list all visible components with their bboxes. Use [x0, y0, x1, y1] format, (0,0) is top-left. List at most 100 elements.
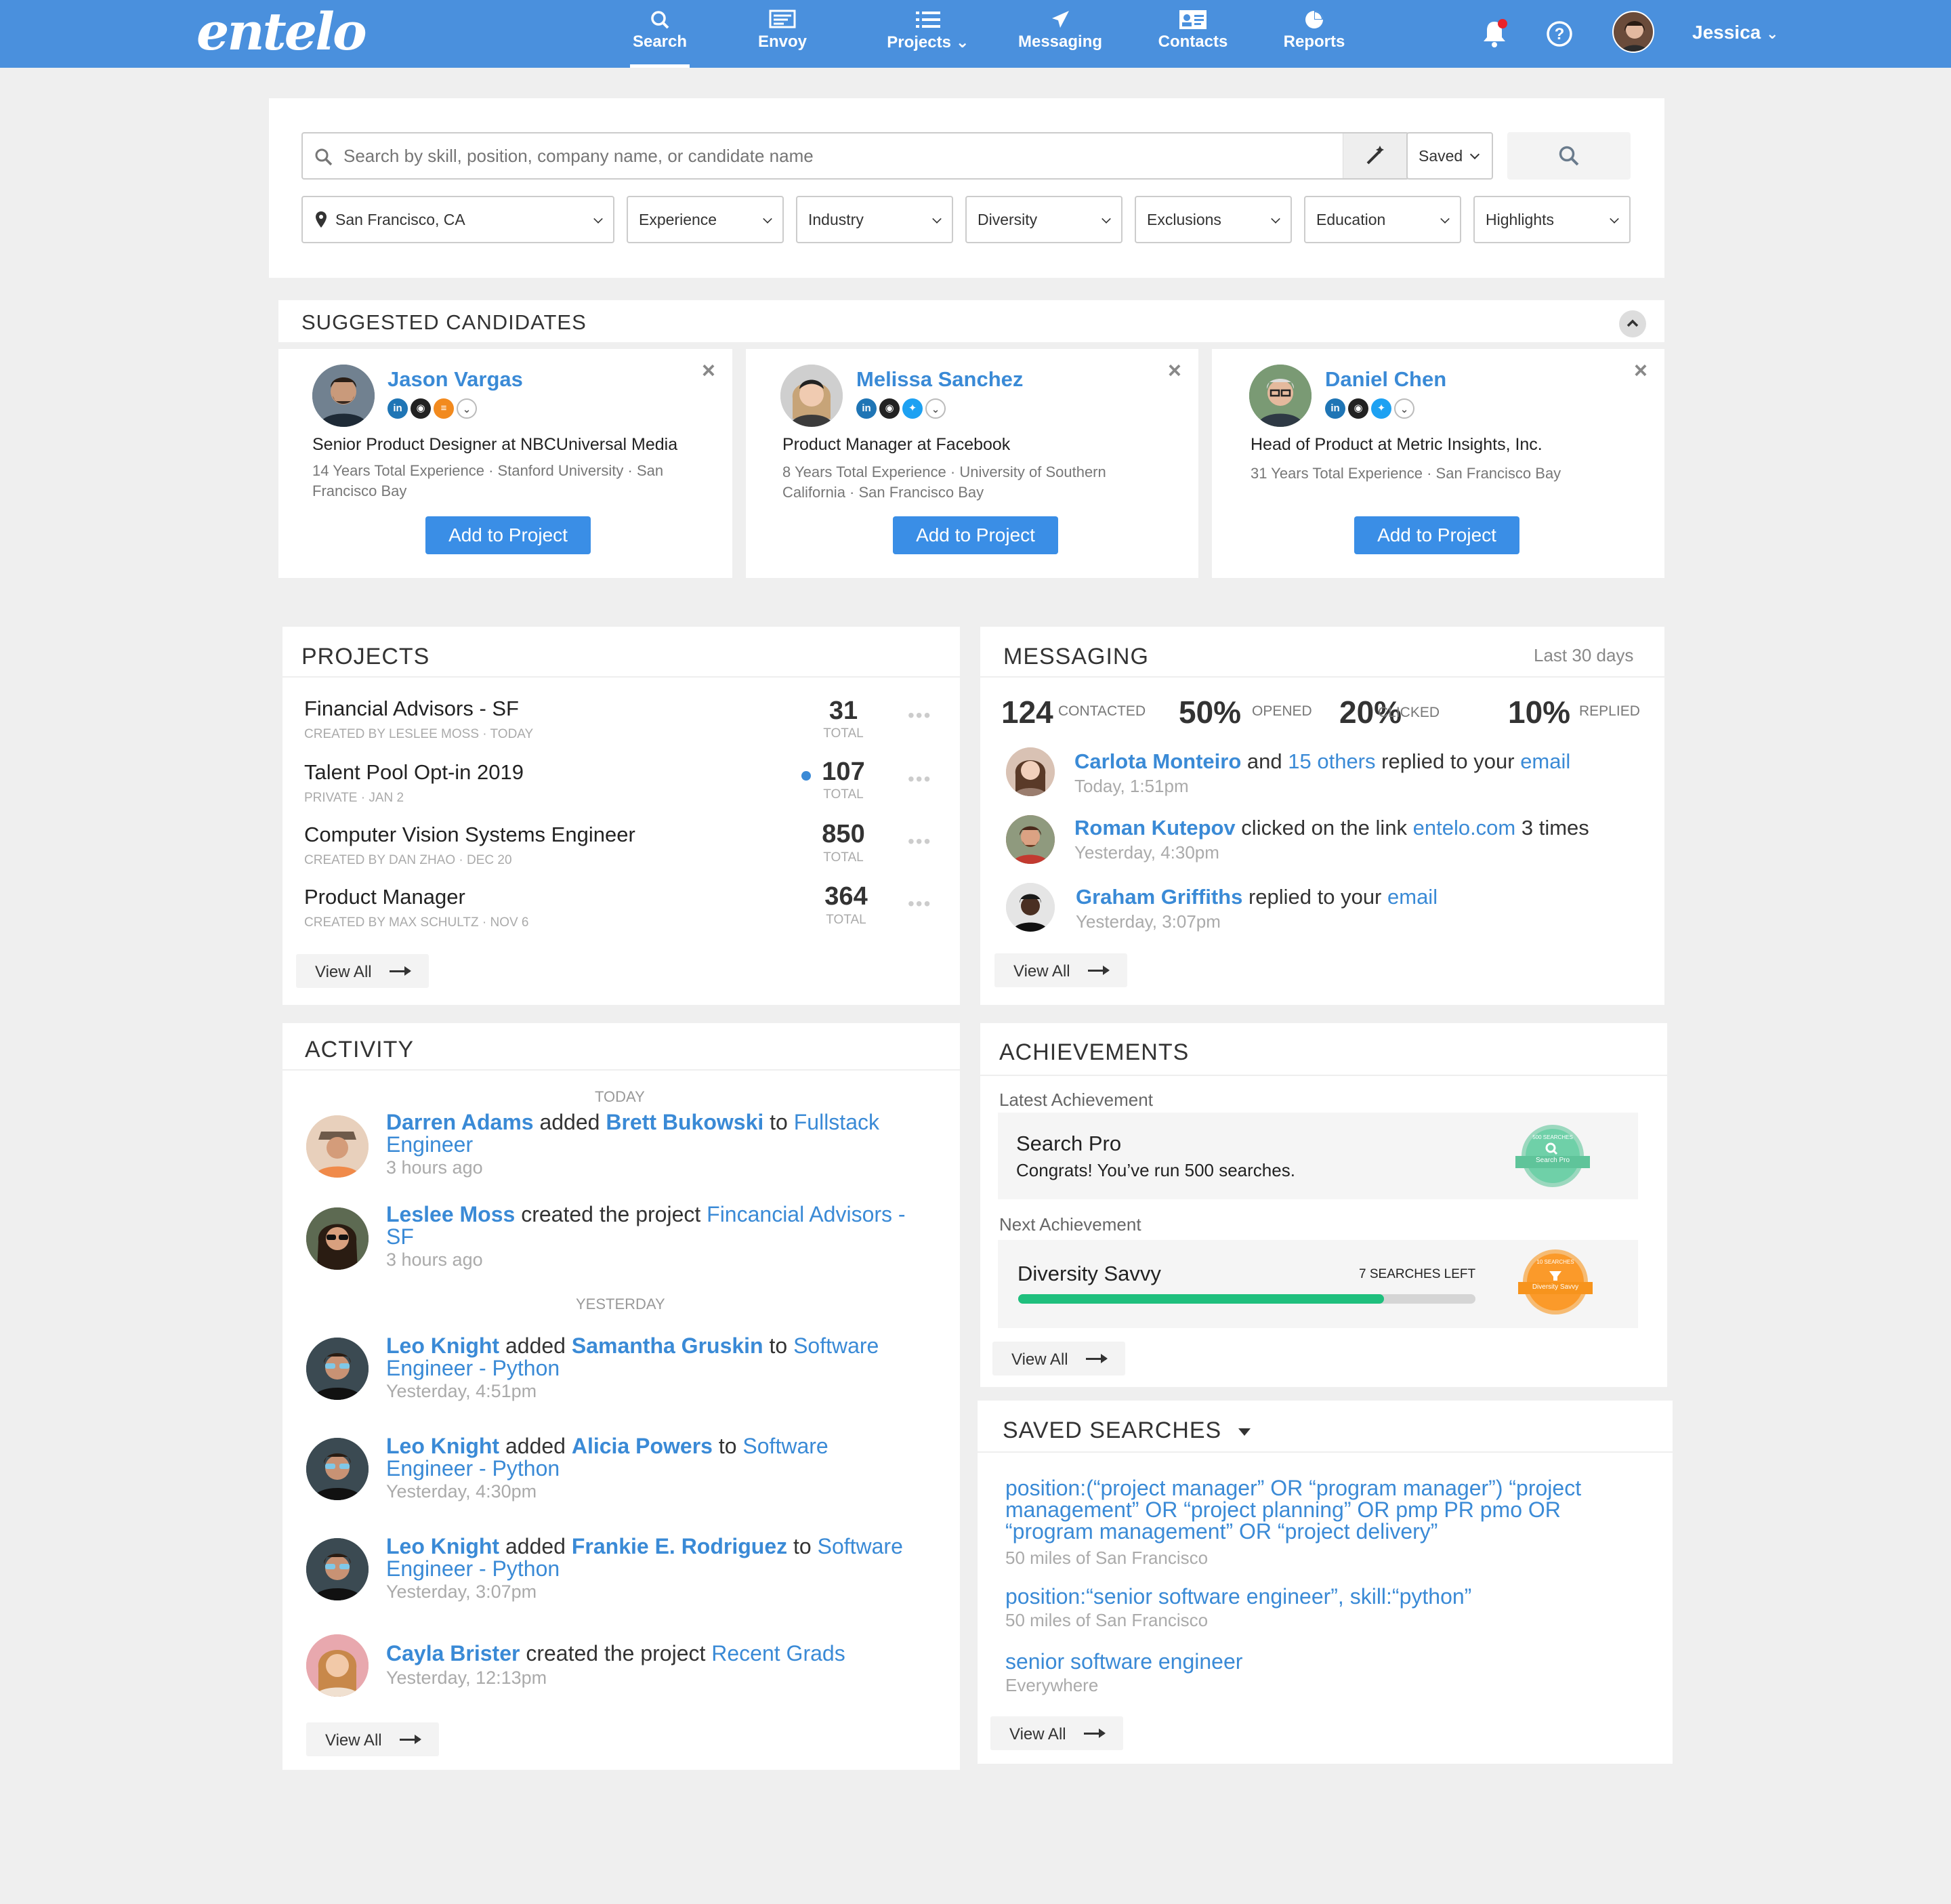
industry-filter[interactable]: Industry [796, 196, 953, 243]
linkedin-icon[interactable]: in [856, 398, 877, 419]
project-link[interactable]: Recent Grads [711, 1641, 845, 1665]
candidate-link[interactable]: Alicia Powers [572, 1434, 713, 1458]
notifications-button[interactable] [1481, 19, 1508, 52]
add-to-project-button[interactable]: Add to Project [893, 516, 1058, 554]
collapse-button[interactable] [1619, 310, 1646, 337]
user-avatar[interactable] [306, 1115, 369, 1178]
twitter-icon[interactable]: ✦ [902, 398, 923, 419]
actor-link[interactable]: Cayla Brister [386, 1641, 520, 1665]
exclusions-filter[interactable]: Exclusions [1135, 196, 1292, 243]
actor-link[interactable]: Leslee Moss [386, 1202, 515, 1226]
project-name[interactable]: Talent Pool Opt-in 2019 [304, 760, 524, 785]
github-icon[interactable]: ◉ [1348, 398, 1368, 419]
achievements-view-all-button[interactable]: View All [992, 1342, 1125, 1375]
github-icon[interactable]: ◉ [879, 398, 900, 419]
contact-avatar[interactable] [1006, 815, 1055, 864]
saved-search-link[interactable]: senior software engineer [1005, 1649, 1649, 1674]
user-menu[interactable]: Jessica ⌄ [1692, 22, 1778, 43]
messaging-view-all-button[interactable]: View All [994, 953, 1127, 987]
user-avatar[interactable] [306, 1438, 369, 1500]
chevron-down-icon[interactable]: ⌄ [925, 398, 946, 419]
contact-avatar[interactable] [1006, 883, 1055, 932]
highlights-filter[interactable]: Highlights [1473, 196, 1631, 243]
user-avatar[interactable] [1612, 11, 1654, 53]
activity-view-all-button[interactable]: View All [306, 1722, 439, 1756]
candidate-name[interactable]: Jason Vargas [387, 367, 523, 392]
more-options-icon[interactable]: ••• [908, 768, 931, 790]
project-link[interactable]: Engineer - Python [386, 1456, 560, 1481]
others-link[interactable]: 15 others [1288, 749, 1375, 773]
actor-link[interactable]: Leo Knight [386, 1333, 499, 1358]
saved-searches-view-all-button[interactable]: View All [990, 1716, 1123, 1750]
dismiss-button[interactable]: × [702, 358, 715, 384]
candidate-avatar[interactable] [780, 365, 843, 427]
contact-name-link[interactable]: Roman Kutepov [1074, 816, 1236, 840]
user-avatar[interactable] [306, 1538, 369, 1600]
nav-reports[interactable]: Reports [1280, 0, 1348, 68]
project-link[interactable]: Fullstack [794, 1110, 879, 1134]
dismiss-button[interactable]: × [1634, 358, 1648, 384]
twitter-icon[interactable]: ✦ [1371, 398, 1391, 419]
nav-contacts[interactable]: Contacts [1155, 0, 1231, 68]
user-avatar[interactable] [306, 1634, 369, 1697]
nav-envoy[interactable]: Envoy [752, 0, 813, 68]
more-options-icon[interactable]: ••• [908, 893, 931, 915]
search-pro-badge[interactable]: Search Pro 500 SEARCHES [1513, 1122, 1593, 1190]
linkedin-icon[interactable]: in [1325, 398, 1345, 419]
search-box[interactable] [301, 132, 1409, 180]
date-range[interactable]: Last 30 days [1534, 645, 1633, 666]
contact-name-link[interactable]: Graham Griffiths [1076, 885, 1242, 909]
nav-projects[interactable]: Projects ⌄ [881, 0, 976, 68]
email-link[interactable]: email [1387, 885, 1438, 909]
website-link[interactable]: entelo.com [1413, 816, 1516, 840]
saved-search-link[interactable]: position:(“project manager” OR “program … [1005, 1477, 1649, 1542]
github-icon[interactable]: ◉ [411, 398, 431, 419]
add-to-project-button[interactable]: Add to Project [1354, 516, 1519, 554]
project-link[interactable]: Engineer - Python [386, 1556, 560, 1581]
saved-searches-title[interactable]: SAVED SEARCHES [1003, 1417, 1251, 1444]
chevron-down-icon[interactable]: ⌄ [457, 398, 477, 419]
project-link[interactable]: Software [818, 1534, 903, 1558]
magic-wand-button[interactable] [1343, 133, 1408, 178]
saved-search-link[interactable]: position:“senior software engineer”, ski… [1005, 1584, 1649, 1609]
contact-avatar[interactable] [1006, 747, 1055, 796]
candidate-link[interactable]: Frankie E. Rodriguez [572, 1534, 787, 1558]
help-button[interactable]: ? [1546, 20, 1573, 51]
candidate-link[interactable]: Brett Bukowski [606, 1110, 763, 1134]
diversity-filter[interactable]: Diversity [965, 196, 1123, 243]
email-link[interactable]: email [1520, 749, 1570, 773]
add-to-project-button[interactable]: Add to Project [425, 516, 591, 554]
project-link[interactable]: Software [742, 1434, 828, 1458]
project-link[interactable]: Fincancial Advisors - [707, 1202, 905, 1226]
candidate-link[interactable]: Samantha Gruskin [572, 1333, 763, 1358]
user-avatar[interactable] [306, 1207, 369, 1270]
nav-search[interactable]: Search [630, 0, 690, 68]
dismiss-button[interactable]: × [1168, 358, 1181, 384]
candidate-name[interactable]: Melissa Sanchez [856, 367, 1023, 392]
actor-link[interactable]: Leo Knight [386, 1434, 499, 1458]
stackoverflow-icon[interactable]: ≡ [434, 398, 454, 419]
saved-searches-dropdown[interactable]: Saved [1406, 132, 1493, 180]
linkedin-icon[interactable]: in [387, 398, 408, 419]
project-link[interactable]: Engineer - Python [386, 1356, 560, 1380]
entelo-logo[interactable]: entelo [196, 1, 367, 62]
project-name[interactable]: Product Manager [304, 885, 465, 909]
project-link[interactable]: Engineer [386, 1132, 473, 1157]
project-name[interactable]: Computer Vision Systems Engineer [304, 823, 635, 847]
projects-view-all-button[interactable]: View All [296, 954, 429, 988]
actor-link[interactable]: Leo Knight [386, 1534, 499, 1558]
search-input[interactable] [343, 143, 1312, 169]
candidate-avatar[interactable] [1249, 365, 1312, 427]
education-filter[interactable]: Education [1304, 196, 1461, 243]
more-options-icon[interactable]: ••• [908, 831, 931, 852]
candidate-name[interactable]: Daniel Chen [1325, 367, 1446, 392]
chevron-down-icon[interactable]: ⌄ [1394, 398, 1414, 419]
project-link[interactable]: SF [386, 1224, 414, 1249]
user-avatar[interactable] [306, 1338, 369, 1400]
project-link[interactable]: Software [793, 1333, 879, 1358]
project-name[interactable]: Financial Advisors - SF [304, 697, 519, 721]
search-submit-button[interactable] [1507, 132, 1631, 180]
nav-messaging[interactable]: Messaging [1016, 0, 1104, 68]
more-options-icon[interactable]: ••• [908, 705, 931, 726]
experience-filter[interactable]: Experience [627, 196, 784, 243]
